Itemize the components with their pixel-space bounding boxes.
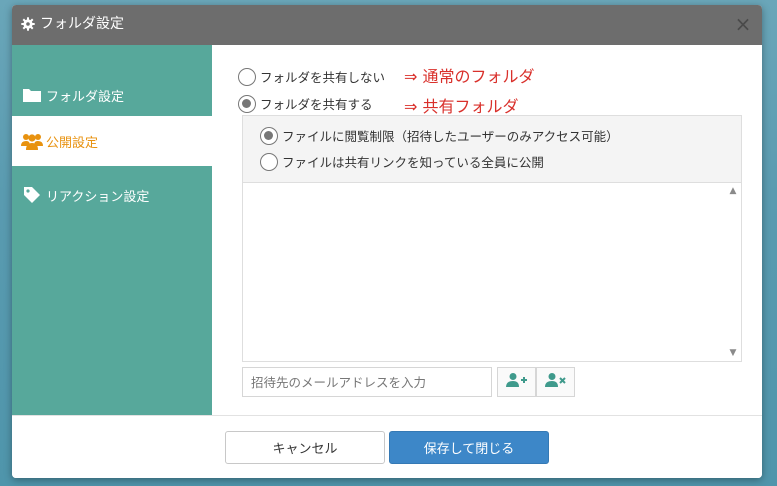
remove-user-icon <box>544 372 567 392</box>
radio-circle[interactable] <box>260 152 278 171</box>
radio-label: フォルダを共有しない <box>260 70 386 85</box>
users-icon <box>21 132 43 150</box>
tag-icon <box>21 186 43 204</box>
cancel-button[interactable]: キャンセル <box>225 431 385 464</box>
annotation-normal-folder: ⇒ 通常のフォルダ <box>404 67 535 86</box>
remove-user-button[interactable] <box>536 367 575 397</box>
public-settings-panel: フォルダを共有しない ⇒ 通常のフォルダ フォルダを共有する ⇒ 共有フォルダ … <box>212 45 762 415</box>
add-user-button[interactable] <box>497 367 536 397</box>
invite-email-input[interactable] <box>242 367 492 397</box>
folder-settings-dialog: フォルダ設定 × フォルダ設定 公開設定 リアクション設定 フォルダを共有しない… <box>12 5 762 478</box>
invited-users-list[interactable]: ▲ ▼ <box>242 182 742 362</box>
scroll-up-arrow[interactable]: ▲ <box>727 186 739 196</box>
save-and-close-button[interactable]: 保存して閉じる <box>389 431 549 464</box>
radio-restricted-access[interactable]: ファイルに閲覧制限（招待したユーザーのみアクセス可能） <box>260 126 619 145</box>
dialog-titlebar: フォルダ設定 × <box>12 5 762 45</box>
settings-sidebar: フォルダ設定 公開設定 リアクション設定 <box>12 45 212 415</box>
radio-not-shared[interactable]: フォルダを共有しない <box>238 67 385 86</box>
radio-circle-checked[interactable] <box>260 126 278 145</box>
radio-label: フォルダを共有する <box>260 97 373 112</box>
sidebar-item-public-settings[interactable]: 公開設定 <box>12 116 212 166</box>
annotation-shared-folder: ⇒ 共有フォルダ <box>404 97 519 116</box>
sidebar-item-label: リアクション設定 <box>46 189 150 205</box>
radio-public-link[interactable]: ファイルは共有リンクを知っている全員に公開 <box>260 152 544 171</box>
dialog-title: フォルダ設定 <box>40 16 124 32</box>
close-button[interactable]: × <box>734 14 752 34</box>
sidebar-item-label: フォルダ設定 <box>46 89 125 105</box>
sidebar-item-label: 公開設定 <box>46 135 99 151</box>
folder-icon <box>21 86 43 104</box>
add-user-icon <box>505 372 528 392</box>
gear-icon <box>21 16 35 31</box>
dialog-footer: キャンセル 保存して閉じる <box>12 415 762 478</box>
radio-label: ファイルは共有リンクを知っている全員に公開 <box>282 155 544 170</box>
radio-circle[interactable] <box>238 67 256 86</box>
radio-circle-checked[interactable] <box>238 94 256 113</box>
radio-label: ファイルに閲覧制限（招待したユーザーのみアクセス可能） <box>282 129 619 144</box>
sidebar-item-reaction-settings[interactable]: リアクション設定 <box>12 170 212 220</box>
sidebar-item-folder-settings[interactable]: フォルダ設定 <box>12 70 212 120</box>
scroll-down-arrow[interactable]: ▼ <box>727 348 739 358</box>
access-options-panel: ファイルに閲覧制限（招待したユーザーのみアクセス可能） ファイルは共有リンクを知… <box>242 115 742 183</box>
radio-shared[interactable]: フォルダを共有する <box>238 94 373 113</box>
